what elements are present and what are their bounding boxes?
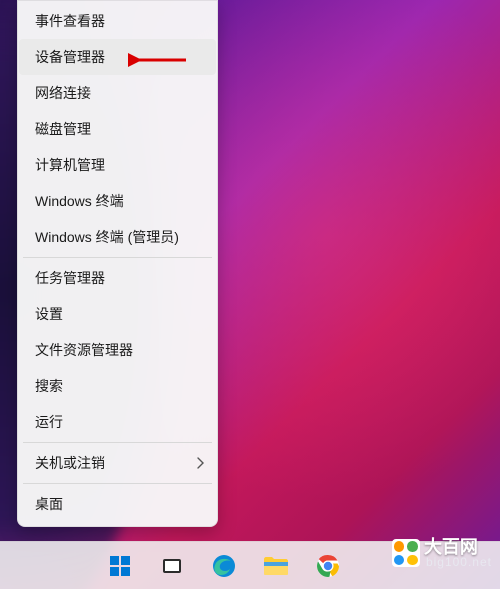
menu-item-label: 运行 [35, 414, 63, 430]
chrome-browser-icon[interactable] [308, 546, 348, 586]
menu-item-label: 搜索 [35, 378, 63, 394]
menu-item-label: 磁盘管理 [35, 121, 91, 137]
desktop-wallpaper: 事件查看器设备管理器网络连接磁盘管理计算机管理 Windows 终端 Windows… [0, 0, 500, 589]
menu-item-2[interactable]: 网络连接 [19, 75, 216, 111]
menu-item-label: 设备管理器 [35, 49, 105, 65]
menu-item-label: 任务管理器 [35, 270, 105, 286]
menu-separator [23, 483, 212, 484]
menu-item-13[interactable]: 桌面 [19, 486, 216, 522]
logo-dot [407, 555, 418, 566]
watermark: 大百网 big100.net [388, 535, 496, 571]
menu-item-1[interactable]: 设备管理器 [19, 39, 216, 75]
winx-context-menu: 事件查看器设备管理器网络连接磁盘管理计算机管理 Windows 终端 Windows… [17, 0, 218, 527]
menu-item-3[interactable]: 磁盘管理 [19, 111, 216, 147]
menu-separator [23, 257, 212, 258]
menu-item-12[interactable]: 关机或注销 [19, 445, 216, 481]
file-explorer-icon[interactable] [256, 546, 296, 586]
menu-item-9[interactable]: 文件资源管理器 [19, 332, 216, 368]
menu-item-label: 关机或注销 [35, 455, 105, 471]
menu-item-0[interactable]: 事件查看器 [19, 3, 216, 39]
menu-item-label: Windows 终端 [35, 193, 124, 209]
menu-item-11[interactable]: 运行 [19, 404, 216, 440]
menu-item-10[interactable]: 搜索 [19, 368, 216, 404]
menu-item-8[interactable]: 设置 [19, 296, 216, 332]
menu-item-label: 设置 [35, 306, 63, 322]
menu-item-label: 桌面 [35, 496, 63, 512]
menu-item-label: 网络连接 [35, 85, 91, 101]
watermark-text: 大百网 [424, 538, 492, 556]
logo-dot [394, 541, 405, 552]
menu-item-label: 文件资源管理器 [35, 342, 133, 358]
menu-item-label: 事件查看器 [35, 13, 105, 29]
logo-dot [394, 555, 405, 566]
chevron-right-icon [197, 457, 204, 469]
menu-item-7[interactable]: 任务管理器 [19, 260, 216, 296]
watermark-sub: big100.net [426, 556, 492, 568]
edge-browser-icon[interactable] [204, 546, 244, 586]
menu-item-label: Windows 终端 (管理员) [35, 229, 179, 245]
menu-item-6[interactable]: Windows 终端 (管理员) [19, 219, 216, 255]
logo-dot [407, 541, 418, 552]
start-icon[interactable] [100, 546, 140, 586]
task-view-icon[interactable] [152, 546, 192, 586]
watermark-logo [392, 539, 420, 567]
menu-item-5[interactable]: Windows 终端 [19, 183, 216, 219]
menu-separator [23, 442, 212, 443]
menu-item-label: 计算机管理 [35, 157, 105, 173]
menu-item-4[interactable]: 计算机管理 [19, 147, 216, 183]
